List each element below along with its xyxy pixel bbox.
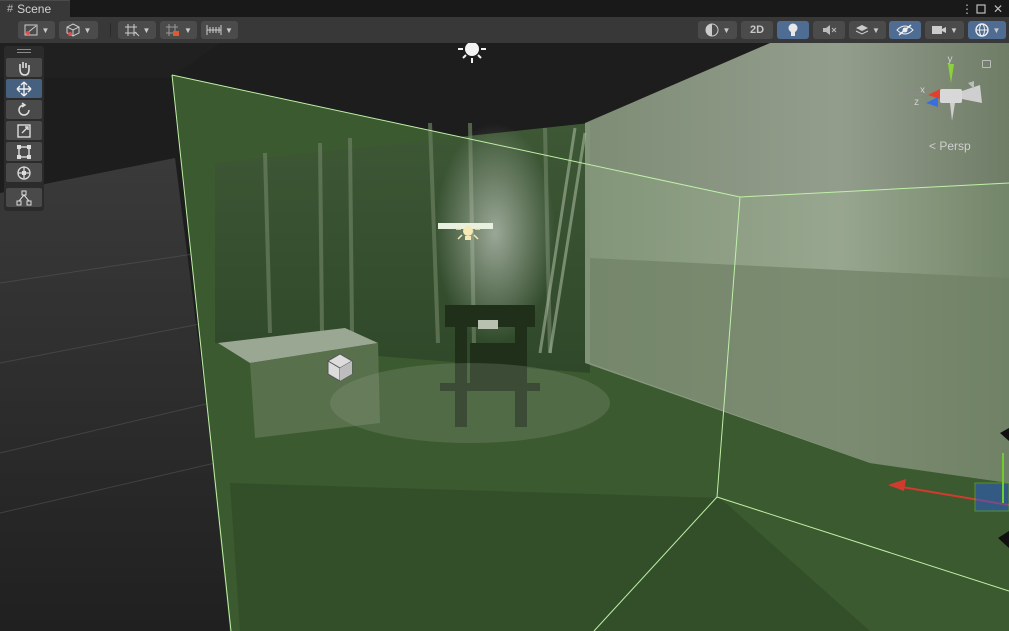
chevron-down-icon: ▼ bbox=[225, 25, 233, 35]
camera-icon bbox=[932, 26, 947, 34]
custom-tool-button[interactable] bbox=[6, 188, 42, 207]
rotate-icon bbox=[18, 101, 30, 116]
projection-label: Persp bbox=[939, 139, 971, 153]
maximize-icon[interactable] bbox=[976, 0, 986, 17]
shading-cube-icon bbox=[66, 23, 80, 37]
increment-snap-dropdown[interactable]: ▼ bbox=[160, 21, 197, 39]
hand-tool-button[interactable] bbox=[6, 58, 42, 77]
axis-y-cone bbox=[948, 64, 954, 83]
kebab-menu-icon[interactable]: ⋮ bbox=[961, 0, 973, 17]
increment-snap-icon bbox=[166, 24, 180, 36]
mode-2d-toggle[interactable]: 2D bbox=[741, 21, 773, 39]
scene-visibility-toggle[interactable] bbox=[889, 21, 921, 39]
overlay-drag-handle[interactable] bbox=[4, 46, 44, 56]
axis-z-cone bbox=[926, 97, 938, 107]
rulers-dropdown[interactable]: ▼ bbox=[201, 21, 238, 39]
draw-mode-dropdown[interactable]: ▼ bbox=[18, 21, 55, 39]
audio-mute-icon bbox=[823, 25, 837, 35]
effects-stack-icon bbox=[855, 25, 869, 35]
rect-transform-icon bbox=[17, 144, 31, 159]
lightbulb-icon bbox=[788, 23, 798, 36]
circle-half-icon bbox=[705, 23, 719, 37]
grid-snap-dropdown[interactable]: ▼ bbox=[118, 21, 156, 39]
axis-y-label: y bbox=[948, 54, 953, 65]
tab-scene-label: Scene bbox=[17, 2, 52, 16]
grid-hash-icon: # bbox=[7, 3, 14, 15]
gizmos-dropdown[interactable]: ▼ bbox=[968, 21, 1006, 39]
axis-z-label: z bbox=[914, 97, 919, 108]
transform-tool-button[interactable] bbox=[6, 163, 42, 182]
tools-overlay bbox=[4, 46, 44, 211]
scale-icon bbox=[17, 123, 31, 138]
audio-toggle[interactable] bbox=[813, 21, 845, 39]
tab-scene[interactable]: # Scene bbox=[0, 0, 70, 17]
chevron-down-icon: ▼ bbox=[83, 25, 92, 35]
move-arrows-icon bbox=[16, 81, 32, 96]
lighting-toggle[interactable] bbox=[777, 21, 809, 39]
scene-viewport[interactable]: y x z < Persp bbox=[0, 43, 1009, 631]
eye-hidden-icon bbox=[896, 24, 914, 36]
scale-tool-button[interactable] bbox=[6, 121, 42, 140]
transform-all-icon bbox=[17, 165, 31, 180]
move-tool-button[interactable] bbox=[6, 79, 42, 98]
gizmo-globe-icon bbox=[974, 23, 989, 37]
gizmo-drag-handle[interactable] bbox=[904, 92, 922, 98]
window-tab-bar: # Scene ⋮ ✕ bbox=[0, 0, 1009, 18]
toolbar-separator bbox=[110, 23, 111, 37]
chevron-down-icon: ▼ bbox=[872, 25, 880, 35]
close-icon[interactable]: ✕ bbox=[993, 0, 1003, 17]
chevron-down-icon: ▼ bbox=[41, 25, 50, 35]
chevron-down-icon: ▼ bbox=[722, 25, 731, 35]
hand-icon bbox=[19, 61, 30, 76]
chevron-down-icon: ▼ bbox=[142, 25, 151, 35]
scene-toolbar: ▼ ▼ ▼ ▼ ▼ ▼ 2D ▼ ▼ ▼ bbox=[0, 17, 1009, 44]
orientation-gizmo[interactable]: y x z bbox=[910, 51, 990, 141]
projection-toggle[interactable]: < Persp bbox=[929, 139, 971, 153]
rotate-tool-button[interactable] bbox=[6, 100, 42, 119]
chevron-left-icon: < bbox=[929, 139, 937, 153]
grid-snap-icon bbox=[124, 24, 139, 37]
effects-dropdown[interactable]: ▼ bbox=[849, 21, 886, 39]
draw-mode-icon bbox=[24, 24, 38, 36]
rulers-icon bbox=[206, 25, 222, 35]
chevron-down-icon: ▼ bbox=[992, 25, 1001, 35]
chevron-down-icon: ▼ bbox=[950, 25, 958, 35]
scene-render[interactable] bbox=[0, 43, 1009, 631]
camera-dropdown[interactable]: ▼ bbox=[925, 21, 964, 39]
custom-tool-icon bbox=[16, 190, 32, 205]
axis-x-cone bbox=[928, 89, 940, 99]
chevron-down-icon: ▼ bbox=[184, 25, 192, 35]
render-mode-dropdown[interactable]: ▼ bbox=[698, 21, 737, 39]
lock-icon[interactable] bbox=[982, 60, 991, 68]
shading-mode-dropdown[interactable]: ▼ bbox=[59, 21, 98, 39]
rect-tool-button[interactable] bbox=[6, 142, 42, 161]
